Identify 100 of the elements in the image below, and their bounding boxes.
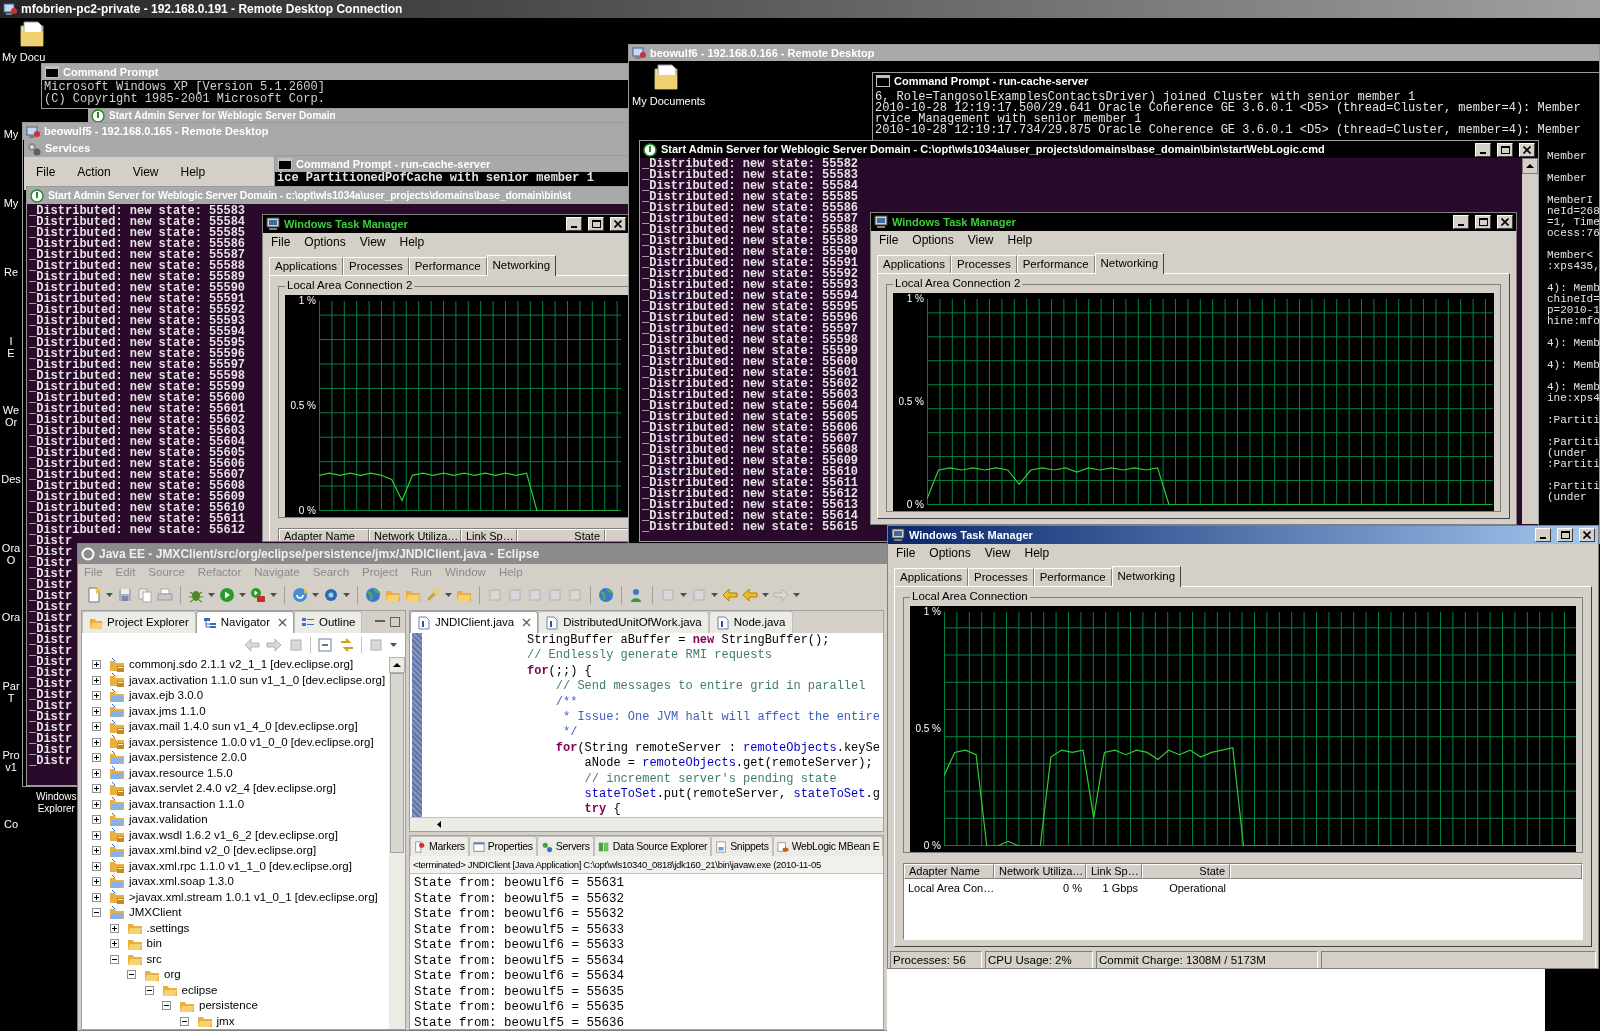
scrollbar[interactable] — [1522, 158, 1538, 524]
tree-item[interactable]: JMXClient — [82, 905, 389, 921]
console-line: _Distributed: new state: 55610 — [29, 503, 246, 514]
tree-item[interactable]: javax.xml.rpc 1.1.0 v1_1_0 [dev.eclipse.org] — [82, 858, 389, 874]
console-line: MemberI — [1547, 195, 1595, 206]
menu-item[interactable]: Help — [180, 166, 206, 178]
tree-item[interactable]: javax.wsdl 1.6.2 v1_6_2 [dev.eclipse.org] — [82, 827, 389, 843]
tree-item[interactable]: commonj.sdo 2.1.1 v2_1_1 [dev.eclipse.org] — [82, 657, 389, 673]
close-button[interactable] — [1519, 142, 1535, 157]
tab[interactable]: Applications — [269, 257, 343, 275]
tab[interactable]: Performance — [408, 257, 487, 275]
column-header[interactable]: Adapter Name — [904, 864, 994, 879]
tree-item[interactable]: javax.resource 1.5.0 — [82, 765, 389, 781]
minimize-button[interactable] — [1475, 142, 1491, 157]
tree-item[interactable]: javax.xml.bind v2_0 [dev.eclipse.org] — [82, 843, 389, 859]
column-header[interactable]: Network Utiliza… — [994, 864, 1086, 879]
tab[interactable]: DistributedUnitOfWork.java — [538, 611, 709, 633]
tree-item[interactable]: javax.persistence 2.0.0 — [82, 750, 389, 766]
scrollbar[interactable] — [410, 817, 883, 831]
console-line: _Distributed: new state: 55599 — [642, 346, 859, 357]
tree-item[interactable]: javax.ejb 3.0.0 — [82, 688, 389, 704]
console-line: State from: beowulf5 = 55634 — [414, 953, 626, 969]
scrollbar[interactable] — [389, 657, 405, 1029]
tab[interactable]: Processes — [343, 257, 409, 275]
project-icon — [109, 858, 125, 875]
tree-item[interactable]: javax.mail 1.4.0 sun v1_4_0 [dev.eclipse.org] — [82, 719, 389, 735]
tab[interactable]: Performance — [1016, 255, 1095, 273]
tab[interactable]: Snippets — [711, 836, 773, 856]
tab[interactable]: JNDIClient.java — [410, 611, 539, 633]
menu-item[interactable]: File — [879, 234, 899, 246]
console-line: _Distributed: new state: 55591 — [642, 258, 859, 269]
icon-label: Par — [2, 680, 20, 692]
console-line: =1, Time — [1547, 217, 1599, 228]
tree-item[interactable]: >javax.xml.stream 1.0.1 v1_0_1 [dev.eclipse.org] — [82, 889, 389, 905]
group-label: Local Area Connection — [910, 591, 1030, 603]
menu-item[interactable]: Help — [399, 236, 425, 248]
menu-item[interactable]: View — [132, 166, 159, 178]
tab[interactable]: Networking — [1111, 566, 1182, 587]
close-button[interactable] — [1497, 215, 1513, 229]
maximize-button[interactable] — [588, 217, 604, 231]
tab[interactable]: Properties — [468, 836, 537, 856]
tab[interactable]: Processes — [968, 568, 1034, 586]
tree-item[interactable]: javax.servlet 2.4.0 v2_4 [dev.eclipse.org] — [82, 781, 389, 797]
tab[interactable]: Performance — [1033, 568, 1112, 586]
tab[interactable]: Networking — [486, 255, 557, 276]
tree-item[interactable]: src — [82, 951, 389, 967]
close-button[interactable] — [610, 217, 626, 231]
tab[interactable]: Data Source Explorer — [593, 836, 712, 856]
caret-icon — [239, 593, 246, 597]
tab[interactable]: Processes — [951, 255, 1017, 273]
menu-item[interactable]: Help — [1024, 547, 1050, 559]
tree-item[interactable]: javax.jms 1.1.0 — [82, 703, 389, 719]
maximize-button[interactable] — [1497, 142, 1513, 157]
tab[interactable]: Applications — [894, 568, 968, 586]
tree-item[interactable]: .settings — [82, 920, 389, 936]
tree-item[interactable]: javax.xml.soap 1.3.0 — [82, 874, 389, 890]
tree-item[interactable]: javax.persistence 1.0.0 v1_0_0 [dev.eclipse.org] — [82, 734, 389, 750]
menu-item[interactable]: File — [271, 236, 291, 248]
properties-icon — [472, 840, 485, 853]
tree-item[interactable]: javax.validation — [82, 812, 389, 828]
tab[interactable]: Project Explorer — [82, 611, 196, 633]
tab[interactable]: Navigator — [195, 611, 295, 633]
tab[interactable]: Outline — [294, 611, 363, 633]
minimize-button[interactable] — [1535, 528, 1551, 542]
tree-item[interactable]: eclipse — [82, 982, 389, 998]
minimize-button[interactable] — [1453, 215, 1469, 229]
console-line: _Distributed: new state: 55600 — [642, 357, 859, 368]
column-header[interactable]: State — [517, 529, 605, 541]
scroll-thumb[interactable] — [390, 673, 404, 853]
tree-item[interactable]: bin — [82, 936, 389, 952]
tree-item[interactable]: javax.transaction 1.1.0 — [82, 796, 389, 812]
tab[interactable]: Markers — [410, 836, 469, 856]
tree-item[interactable]: javax.activation 1.1.0 sun v1_1_0 [dev.eclipse.org] — [82, 672, 389, 688]
tab[interactable]: WebLogic MBean E — [772, 836, 883, 856]
tree-item[interactable]: org — [82, 967, 389, 983]
tab[interactable]: Applications — [877, 255, 951, 273]
column-header[interactable]: Network Utiliza… — [369, 529, 461, 541]
menu-item[interactable]: Options — [929, 547, 971, 559]
menu-item[interactable]: File — [36, 166, 56, 178]
menu-item[interactable]: Help — [1007, 234, 1033, 246]
tree-item[interactable]: jmx — [82, 1013, 389, 1029]
menu-item[interactable]: View — [984, 547, 1011, 559]
menu-item[interactable]: File — [896, 547, 916, 559]
menu-item[interactable]: Options — [912, 234, 954, 246]
maximize-button[interactable] — [1475, 215, 1491, 229]
menu-item[interactable]: View — [967, 234, 994, 246]
menu-item[interactable]: Action — [77, 166, 111, 178]
minimize-button[interactable] — [566, 217, 582, 231]
tab[interactable]: Node.java — [708, 611, 793, 633]
maximize-button[interactable] — [1557, 528, 1573, 542]
menu-item[interactable]: Options — [304, 236, 346, 248]
column-header[interactable]: State — [1142, 864, 1230, 879]
tab[interactable]: Servers — [536, 836, 594, 856]
caret-icon — [762, 593, 769, 597]
close-button[interactable] — [1579, 528, 1595, 542]
column-header[interactable]: Link Sp… — [1086, 864, 1142, 879]
menu-item[interactable]: View — [359, 236, 386, 248]
tab[interactable]: Networking — [1094, 253, 1165, 274]
tree-item[interactable]: persistence — [82, 998, 389, 1014]
console-line: State from: beowulf5 = 55635 — [414, 984, 626, 1000]
